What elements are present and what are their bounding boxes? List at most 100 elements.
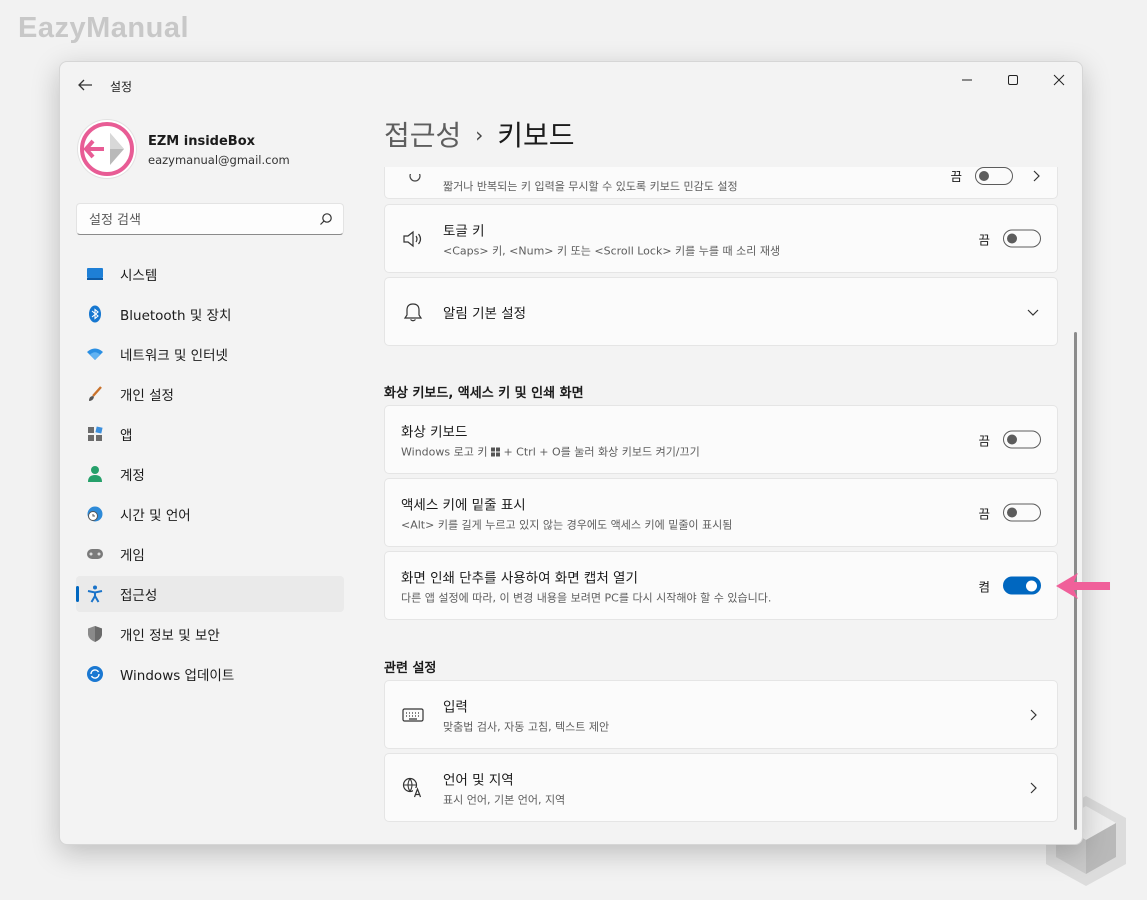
breadcrumb-separator: › [475,123,484,147]
maximize-icon [1008,75,1018,85]
watermark-text: EazyManual [18,12,189,44]
chevron-down-icon [1027,309,1039,316]
apps-icon [86,425,104,443]
toggle-keys-desc: <Caps> 키, <Num> 키 또는 <Scroll Lock> 키를 누를… [443,244,781,257]
sidebar-item-gaming[interactable]: 게임 [76,536,344,572]
title-bar: 설정 [60,62,1082,108]
sidebar-item-label: 네트워크 및 인터넷 [120,348,228,364]
chevron-right-icon [1033,170,1040,181]
language-region-desc: 표시 언어, 기본 언어, 지역 [443,793,566,806]
toggle-keys-toggle[interactable] [1003,229,1041,248]
on-screen-keyboard-toggle[interactable] [1003,430,1041,449]
print-screen-toggle-group: 켬 [978,576,1041,595]
sidebar-item-bluetooth[interactable]: Bluetooth 및 장치 [76,296,344,332]
sidebar-item-network[interactable]: 네트워크 및 인터넷 [76,336,344,372]
close-button[interactable] [1036,64,1082,96]
filter-keys-toggle[interactable] [975,167,1013,185]
page-title: 키보드 [497,119,575,152]
typing-card[interactable]: 입력 맞춤법 검사, 자동 고침, 텍스트 제안 [384,680,1058,749]
sidebar-item-label: Bluetooth 및 장치 [120,308,232,324]
on-screen-keyboard-desc: Windows 로고 키 + Ctrl + O를 눌러 화상 키보드 켜기/끄기 [401,443,700,459]
accessibility-icon [86,585,104,603]
toggle-state-label: 끔 [978,232,990,247]
bell-icon [402,301,424,323]
sidebar-item-label: 접근성 [120,588,158,604]
filter-keys-toggle-group: 끔 [950,167,1041,185]
person-icon [86,465,104,483]
sidebar-item-label: 시간 및 언어 [120,508,191,524]
shield-icon [86,625,104,643]
sidebar-item-accounts[interactable]: 계정 [76,456,344,492]
search-box[interactable] [76,203,344,236]
on-screen-keyboard-title: 화상 키보드 [401,424,468,440]
settings-window: 설정 EZM insideBox eazymanual@gmail.com 설정… [59,61,1083,845]
language-icon [402,777,424,799]
sidebar-item-time-language[interactable]: 시간 및 언어 [76,496,344,532]
minimize-button[interactable] [944,64,990,96]
osk-desc-prefix: Windows 로고 키 [401,445,488,458]
close-icon [1053,74,1065,86]
bluetooth-icon [86,305,104,323]
notification-preferences-title: 알림 기본 설정 [443,305,527,322]
brush-icon [86,385,104,403]
print-screen-toggle[interactable] [1003,576,1041,595]
system-icon [86,265,104,283]
gamepad-icon [86,545,104,563]
search-icon [320,213,332,225]
settings-content: 짧거나 반복되는 키 입력을 무시할 수 있도록 키보드 민감도 설정 끔 토글… [384,167,1058,844]
back-button[interactable] [74,75,96,95]
sidebar-item-system[interactable]: 시스템 [76,256,344,292]
toggle-state-label: 끔 [978,506,990,521]
underline-toggle-group: 끔 [978,503,1041,522]
underline-access-keys-title: 액세스 키에 밑줄 표시 [401,497,526,513]
print-screen-title: 화면 인쇄 단추를 사용하여 화면 캡처 열기 [401,570,638,586]
section-title-related: 관련 설정 [384,661,437,676]
filter-keys-card[interactable]: 짧거나 반복되는 키 입력을 무시할 수 있도록 키보드 민감도 설정 끔 [384,167,1058,199]
breadcrumb-parent[interactable]: 접근성 [384,119,461,152]
toggle-keys-title: 토글 키 [443,223,485,239]
typing-desc: 맞춤법 검사, 자동 고침, 텍스트 제안 [443,720,610,733]
language-region-title: 언어 및 지역 [443,772,514,788]
typing-title: 입력 [443,699,468,715]
profile-logo-icon [80,122,134,176]
language-region-card[interactable]: 언어 및 지역 표시 언어, 기본 언어, 지역 [384,753,1058,822]
toggle-keys-card: 토글 키 <Caps> 키, <Num> 키 또는 <Scroll Lock> … [384,204,1058,273]
osk-desc-suffix: + Ctrl + O를 눌러 화상 키보드 켜기/끄기 [503,445,700,458]
print-screen-desc: 다른 앱 설정에 따라, 이 변경 내용을 보려면 PC를 다시 시작해야 할 … [401,591,772,604]
user-name: EZM insideBox [148,134,256,149]
sidebar-item-accessibility[interactable]: 접근성 [76,576,344,612]
search-input[interactable] [87,204,311,236]
sidebar-item-label: Windows 업데이트 [120,668,235,684]
toggle-state-label: 끔 [978,433,990,448]
sidebar-item-label: 개인 정보 및 보안 [120,628,220,644]
update-icon [86,665,104,683]
underline-access-keys-toggle[interactable] [1003,503,1041,522]
back-arrow-icon [78,79,92,91]
toggle-keys-toggle-group: 끔 [978,229,1041,248]
filter-keys-desc: 짧거나 반복되는 키 입력을 무시할 수 있도록 키보드 민감도 설정 [443,180,738,193]
sidebar-item-windows-update[interactable]: Windows 업데이트 [76,656,344,692]
windows-logo-icon [490,447,500,456]
breadcrumb: 접근성 › 키보드 [384,114,575,154]
app-title: 설정 [110,80,133,94]
osk-toggle-group: 끔 [978,430,1041,449]
maximize-button[interactable] [990,64,1036,96]
wifi-icon [86,345,104,363]
user-email: eazymanual@gmail.com [148,153,290,167]
sidebar-item-label: 앱 [120,428,133,444]
section-title-osk: 화상 키보드, 액세스 키 및 인쇄 화면 [384,386,584,401]
sidebar-item-label: 개인 설정 [120,388,174,404]
sidebar-item-privacy[interactable]: 개인 정보 및 보안 [76,616,344,652]
avatar [78,120,136,178]
keyboard-icon [402,704,424,726]
toggle-state-label: 끔 [950,169,962,184]
sidebar-item-apps[interactable]: 앱 [76,416,344,452]
sidebar-item-label: 계정 [120,468,145,484]
sidebar-item-label: 게임 [120,548,145,564]
minimize-icon [962,79,972,81]
sidebar-nav: 시스템 Bluetooth 및 장치 네트워크 및 인터넷 개인 설정 앱 계정… [76,256,344,696]
speaker-icon [402,228,424,250]
sidebar-item-personalization[interactable]: 개인 설정 [76,376,344,412]
notification-preferences-card[interactable]: 알림 기본 설정 [384,277,1058,346]
sidebar-item-label: 시스템 [120,268,158,284]
